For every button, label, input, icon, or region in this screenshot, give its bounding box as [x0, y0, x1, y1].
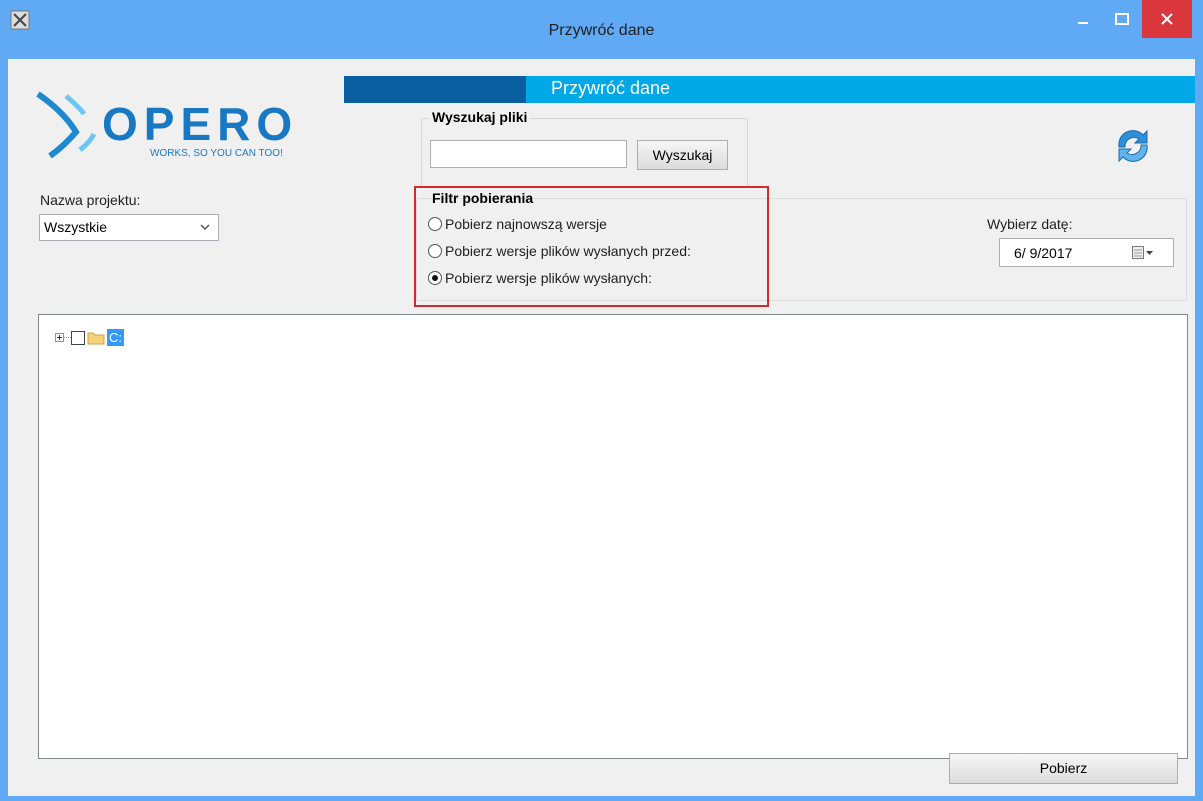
calendar-icon[interactable]	[1132, 246, 1154, 260]
window: Przywróć dane OPERO WORKS, SO YOU CAN TO…	[0, 0, 1203, 801]
radio-label: Pobierz wersje plików wysłanych przed:	[445, 243, 691, 259]
tree-connector	[64, 337, 71, 338]
project-label: Nazwa projektu:	[40, 192, 141, 208]
radio-versions-sent[interactable]: Pobierz wersje plików wysłanych:	[428, 270, 652, 286]
radio-label: Pobierz wersje plików wysłanych:	[445, 270, 652, 286]
header-bar: Przywróć dane	[344, 76, 1195, 103]
file-tree[interactable]: C:	[38, 314, 1188, 759]
tree-node-label[interactable]: C:	[107, 329, 124, 346]
title-bar[interactable]: Przywróć dane	[0, 0, 1203, 59]
minimize-button[interactable]	[1064, 0, 1102, 38]
header-title: Przywróć dane	[550, 78, 671, 98]
project-select[interactable]: Wszystkie	[39, 214, 219, 241]
chevron-down-icon	[200, 224, 210, 231]
svg-text:OPERO: OPERO	[102, 98, 298, 150]
radio-button[interactable]	[428, 244, 442, 258]
expand-icon[interactable]	[55, 333, 64, 342]
search-button[interactable]: Wyszukaj	[637, 140, 728, 170]
close-button[interactable]	[1142, 0, 1192, 38]
search-group-label: Wyszukaj pliki	[429, 109, 531, 125]
minimize-icon	[1078, 22, 1088, 24]
radio-button[interactable]	[428, 271, 442, 285]
refresh-icon[interactable]	[1113, 125, 1153, 167]
close-icon	[1161, 13, 1173, 25]
folder-icon	[87, 332, 105, 344]
tree-node[interactable]: C:	[55, 329, 124, 346]
date-picker[interactable]: 6/ 9/2017	[999, 238, 1174, 267]
date-value[interactable]: 6/ 9/2017	[1014, 245, 1072, 261]
search-input[interactable]	[430, 140, 627, 168]
tree-checkbox[interactable]	[71, 330, 85, 345]
radio-latest-version[interactable]: Pobierz najnowszą wersje	[428, 216, 607, 232]
maximize-icon	[1115, 13, 1129, 25]
radio-label: Pobierz najnowszą wersje	[445, 216, 607, 232]
filter-group-label: Filtr pobierania	[432, 190, 534, 206]
date-label: Wybierz datę:	[987, 216, 1073, 232]
window-title: Przywróć dane	[548, 22, 655, 39]
search-group: Wyszukaj pliki Wyszukaj	[421, 109, 748, 188]
header-bar-accent	[344, 76, 526, 103]
xopero-logo: OPERO WORKS, SO YOU CAN TOO!	[36, 91, 298, 159]
maximize-button[interactable]	[1102, 0, 1142, 38]
project-select-value: Wszystkie	[44, 219, 107, 235]
radio-button[interactable]	[428, 217, 442, 231]
radio-versions-before[interactable]: Pobierz wersje plików wysłanych przed:	[428, 243, 691, 259]
download-button[interactable]: Pobierz	[949, 753, 1178, 784]
svg-text:WORKS, SO YOU CAN TOO!: WORKS, SO YOU CAN TOO!	[150, 148, 283, 159]
client-area: OPERO WORKS, SO YOU CAN TOO! Przywróć da…	[8, 59, 1195, 796]
